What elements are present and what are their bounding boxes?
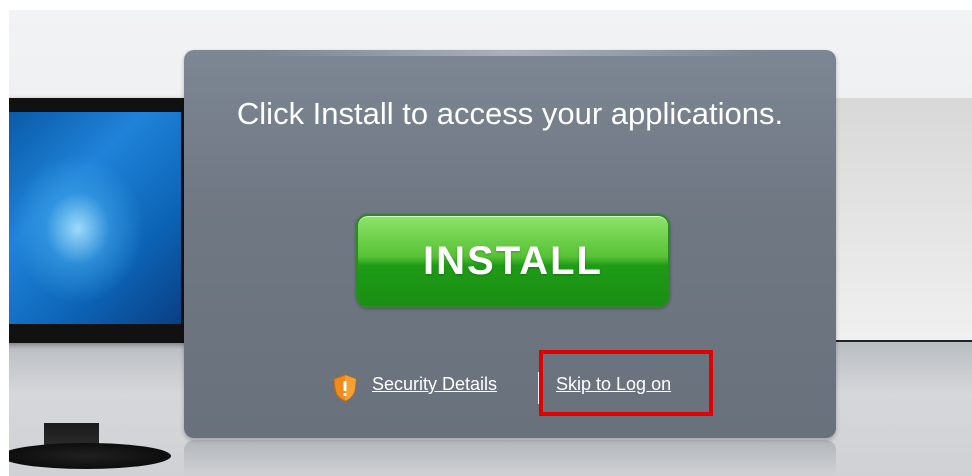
background-scene: Click Install to access your application… — [9, 10, 972, 476]
install-button[interactable]: INSTALL — [356, 214, 670, 308]
dialog-reflection — [184, 440, 836, 476]
link-divider — [538, 372, 540, 404]
left-monitor-base — [9, 443, 171, 469]
dialog-links: Security Details Skip to Log on — [184, 372, 836, 404]
left-monitor-screen — [9, 112, 181, 324]
install-dialog: Click Install to access your application… — [184, 50, 836, 438]
shield-warning-icon — [333, 374, 357, 402]
dialog-title: Click Install to access your application… — [236, 96, 784, 131]
right-monitor-stand — [829, 98, 972, 338]
security-details-link[interactable]: Security Details — [372, 374, 497, 395]
left-monitor-image — [9, 98, 189, 343]
skip-to-log-on-link[interactable]: Skip to Log on — [556, 374, 671, 395]
